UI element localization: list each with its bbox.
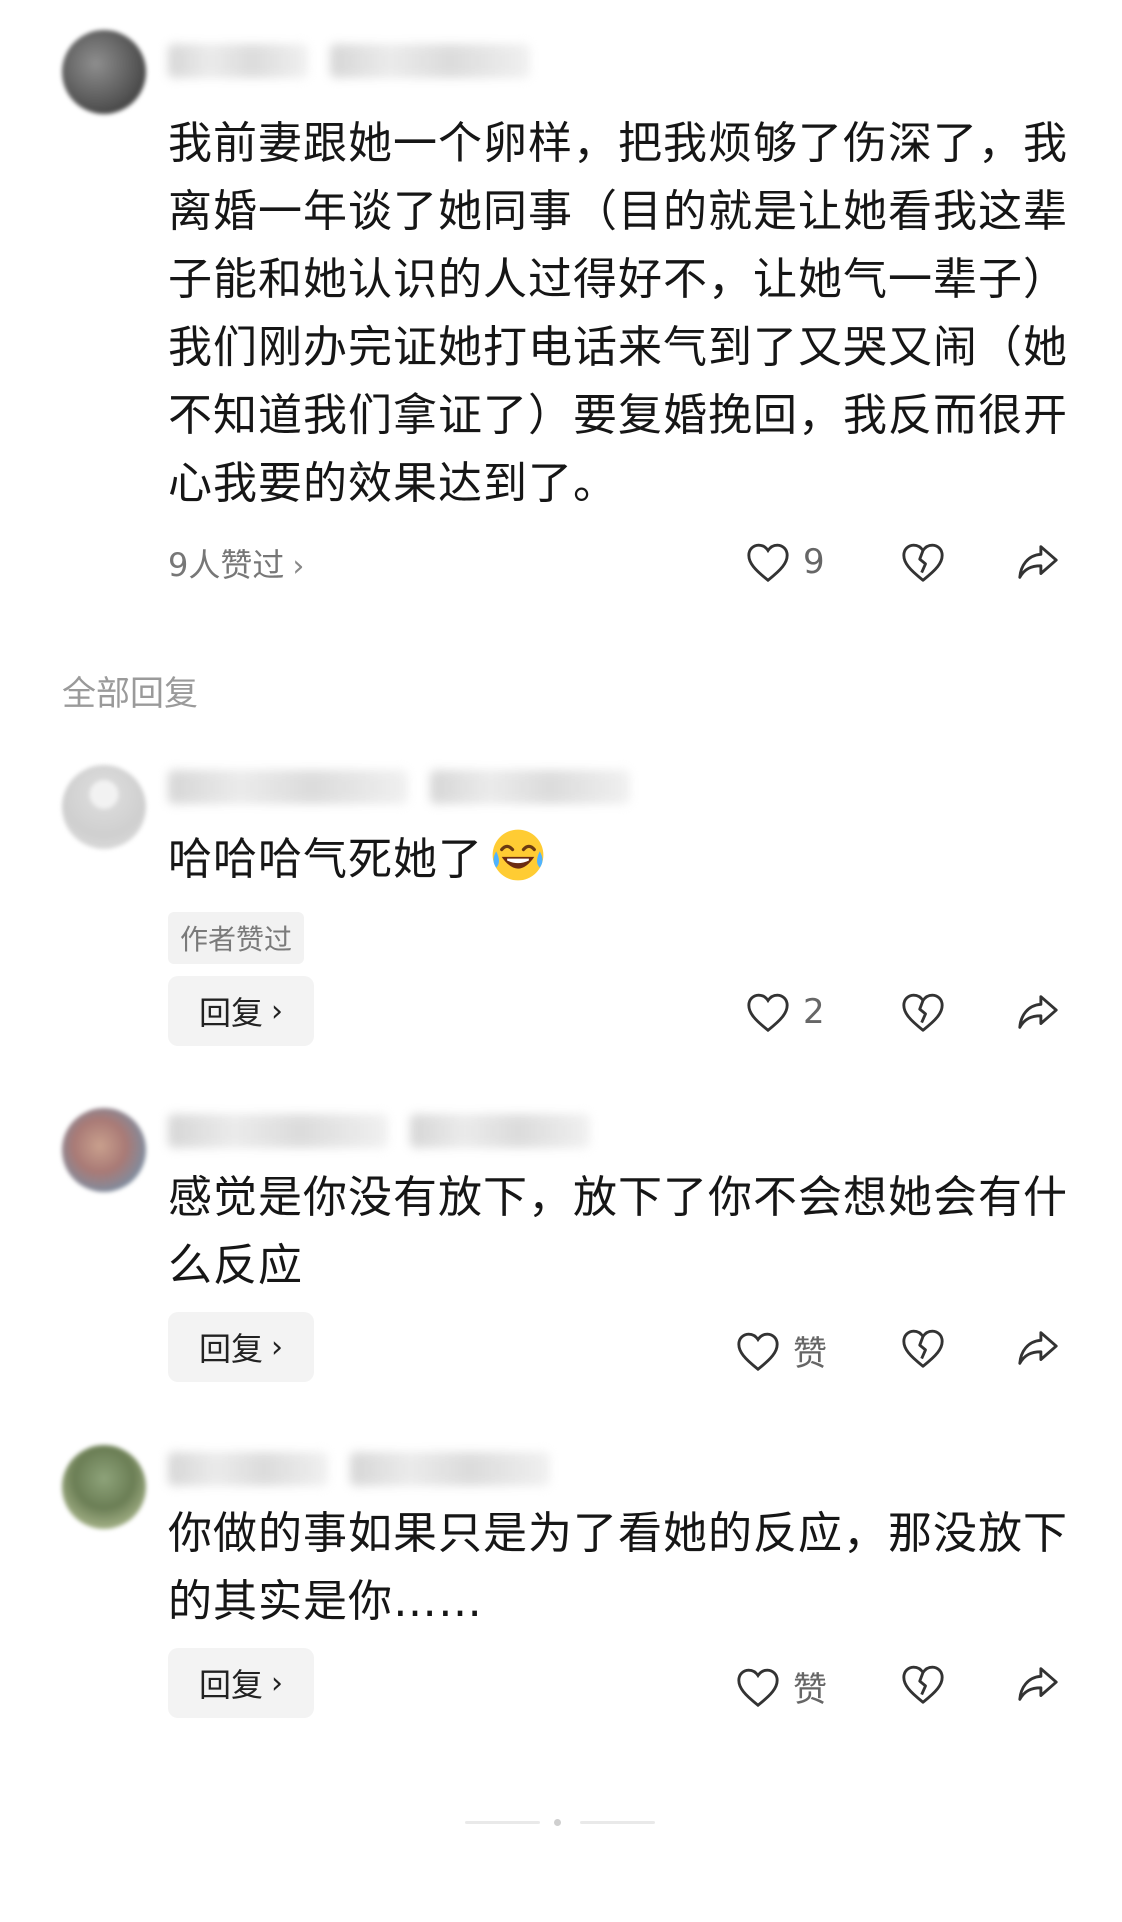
like-button[interactable]: 9 xyxy=(745,540,825,584)
like-button[interactable]: 赞 xyxy=(735,1326,827,1375)
avatar[interactable] xyxy=(62,1108,146,1192)
heart-outline-icon xyxy=(737,1332,779,1371)
username-blurred[interactable] xyxy=(168,44,308,78)
username-blurred[interactable] xyxy=(168,770,408,804)
reply-button-label: 回复 xyxy=(198,1666,263,1704)
broken-heart-icon xyxy=(902,1329,944,1368)
chevron-right-icon: › xyxy=(271,993,283,1029)
like-count: 9 xyxy=(803,542,825,582)
broken-heart-icon xyxy=(902,993,944,1032)
comment-meta-blurred xyxy=(350,1452,550,1486)
like-count: 赞 xyxy=(793,1334,827,1374)
username-blurred[interactable] xyxy=(168,1114,388,1148)
share-button[interactable] xyxy=(1015,1326,1061,1370)
likers-label: 9人赞过 xyxy=(168,546,285,584)
pager-bar xyxy=(580,1821,655,1824)
comment-meta-blurred xyxy=(410,1114,590,1148)
heart-outline-icon xyxy=(747,993,789,1033)
chevron-right-icon: › xyxy=(271,1329,283,1365)
avatar[interactable] xyxy=(62,1445,146,1529)
reply-text: 哈哈哈气死她了 xyxy=(168,834,483,885)
laughing-crying-emoji xyxy=(492,829,544,881)
share-arrow-icon xyxy=(1018,995,1058,1029)
reply-comment-text: 感觉是你没有放下，放下了你不会想她会有什么反应 xyxy=(168,1172,1068,1291)
share-button[interactable] xyxy=(1015,1662,1061,1706)
broken-heart-icon xyxy=(902,543,944,582)
avatar[interactable] xyxy=(62,30,146,114)
likers-link[interactable]: 9人赞过 › xyxy=(168,540,304,586)
comment-meta-blurred xyxy=(430,770,630,804)
page-indicator xyxy=(465,1818,655,1828)
dislike-button[interactable] xyxy=(900,1662,946,1706)
reply-button-label: 回复 xyxy=(198,994,263,1032)
reply-button[interactable]: 回复 › xyxy=(168,1648,314,1718)
author-liked-badge: 作者赞过 xyxy=(168,912,305,964)
main-comment-text: 我前妻跟她一个卵样，把我烦够了伤深了，我离婚一年谈了她同事（目的就是让她看我这辈… xyxy=(168,118,1068,509)
reply-button[interactable]: 回复 › xyxy=(168,976,314,1046)
share-arrow-icon xyxy=(1018,545,1058,579)
share-button[interactable] xyxy=(1015,540,1061,584)
chevron-right-icon: › xyxy=(292,549,305,584)
chevron-right-icon: › xyxy=(271,1665,283,1701)
reply-button-label: 回复 xyxy=(198,1330,263,1368)
pager-dot xyxy=(554,1819,561,1826)
section-title-all-replies: 全部回复 xyxy=(62,674,198,714)
dislike-button[interactable] xyxy=(900,990,946,1034)
pager-bar xyxy=(465,1821,540,1824)
like-count: 赞 xyxy=(793,1670,827,1710)
reply-button[interactable]: 回复 › xyxy=(168,1312,314,1382)
like-count: 2 xyxy=(803,992,825,1032)
heart-outline-icon xyxy=(747,543,789,583)
share-arrow-icon xyxy=(1018,1667,1058,1701)
like-button[interactable]: 2 xyxy=(745,990,825,1034)
share-button[interactable] xyxy=(1015,990,1061,1034)
broken-heart-icon xyxy=(902,1665,944,1704)
like-button[interactable]: 赞 xyxy=(735,1662,827,1711)
avatar[interactable] xyxy=(62,765,146,849)
dislike-button[interactable] xyxy=(900,540,946,584)
share-arrow-icon xyxy=(1018,1331,1058,1365)
comment-meta-blurred xyxy=(330,44,530,78)
heart-outline-icon xyxy=(737,1668,779,1707)
reply-comment-text: 哈哈哈气死她了 xyxy=(168,826,1068,894)
username-blurred[interactable] xyxy=(168,1452,328,1486)
reply-comment-text: 你做的事如果只是为了看她的反应，那没放下的其实是你…… xyxy=(168,1508,1068,1627)
dislike-button[interactable] xyxy=(900,1326,946,1370)
